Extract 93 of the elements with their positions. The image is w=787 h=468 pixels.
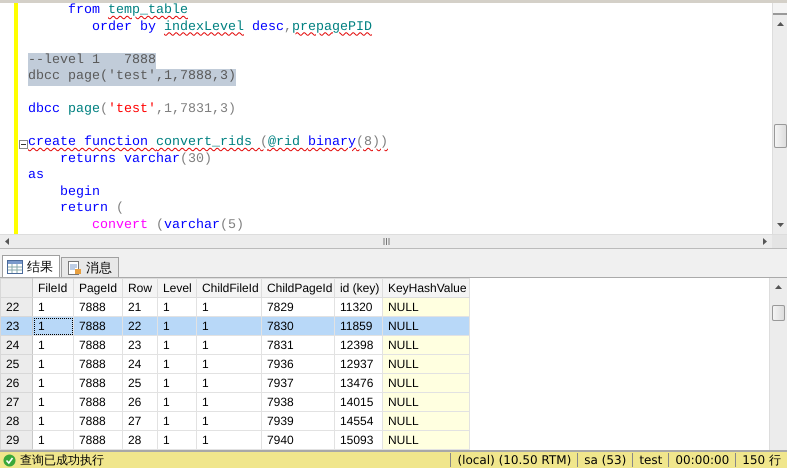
grip-icon[interactable]: [382, 238, 390, 245]
table-cell: 7888: [74, 316, 122, 336]
table-cell: 7830: [262, 316, 334, 336]
scrollbar-thumb[interactable]: [772, 305, 785, 321]
table-cell: 1: [196, 336, 262, 354]
scroll-right-icon[interactable]: [761, 238, 768, 245]
table-cell: 7888: [74, 354, 122, 374]
column-header[interactable]: ChildFileId: [196, 278, 262, 298]
table-cell: 1: [196, 354, 262, 374]
scroll-left-icon[interactable]: [4, 238, 11, 245]
scroll-up-icon[interactable]: [776, 21, 784, 28]
column-header[interactable]: FileId: [32, 278, 74, 298]
table-cell: 7831: [262, 336, 334, 354]
code-line: begin: [58, 184, 100, 201]
table-cell: 1: [158, 412, 196, 430]
table-cell: 1: [158, 354, 196, 374]
scrollbar-thumb[interactable]: [774, 124, 786, 148]
row-number[interactable]: 26: [0, 374, 32, 392]
table-cell: NULL: [382, 298, 470, 316]
status-item: 150 行: [735, 453, 787, 467]
status-message: 查询已成功执行: [20, 452, 104, 468]
vertical-scrollbar[interactable]: [769, 278, 787, 450]
grid-icon: [7, 260, 23, 274]
collapse-icon[interactable]: [18, 140, 28, 149]
table-cell: 24: [122, 354, 158, 374]
results-tab[interactable]: 结果: [2, 255, 60, 277]
table-cell: 7888: [74, 392, 122, 412]
table-cell: NULL: [382, 354, 470, 374]
table-cell: 25: [122, 374, 158, 392]
table-cell: 1: [196, 412, 262, 430]
table-cell: 1: [158, 336, 196, 354]
table-cell: NULL: [382, 430, 470, 450]
row-number[interactable]: 27: [0, 392, 32, 412]
table-cell: 1: [32, 336, 74, 354]
table-cell: 1: [158, 374, 196, 392]
table-cell: 7937: [262, 374, 334, 392]
table-cell: 1: [196, 374, 262, 392]
column-header[interactable]: Level: [158, 278, 196, 298]
code-line: dbcc page('test',1,7831,3): [28, 102, 236, 118]
table-cell: 11859: [334, 316, 382, 336]
table-cell: 1: [32, 392, 74, 412]
table-cell: 1: [32, 374, 74, 392]
code-line: create function convert_rids (@rid binary(8)): [28, 135, 388, 152]
table-cell: 7939: [262, 412, 334, 430]
code-line: order by indexLevel desc,prepagePID: [90, 20, 372, 36]
table-cell: 1: [196, 316, 262, 336]
table-cell: 27: [122, 412, 158, 430]
table-cell: 1: [32, 354, 74, 374]
row-number[interactable]: 25: [0, 354, 32, 374]
table-cell: 1: [32, 316, 74, 336]
status-item: test: [632, 453, 668, 467]
split-handle[interactable]: [772, 3, 787, 15]
table-cell: 7888: [74, 412, 122, 430]
code-line: returns varchar(30): [58, 152, 212, 168]
table-cell: NULL: [382, 316, 470, 336]
vertical-scrollbar[interactable]: [772, 3, 787, 234]
row-number[interactable]: 28: [0, 412, 32, 430]
table-cell: 23: [122, 336, 158, 354]
status-item: 00:00:00: [668, 453, 736, 467]
row-number[interactable]: 24: [0, 336, 32, 354]
column-header[interactable]: ChildPageId: [262, 278, 334, 298]
code-line: convert (varchar(5): [90, 218, 244, 234]
table-cell: 1: [158, 392, 196, 412]
column-header[interactable]: KeyHashValue: [382, 278, 470, 298]
table-cell: NULL: [382, 336, 470, 354]
table-cell: 7936: [262, 354, 334, 374]
table-cell: 1: [32, 412, 74, 430]
column-header[interactable]: Row: [122, 278, 158, 298]
success-icon: [3, 454, 16, 466]
document-icon: [66, 260, 82, 274]
row-number[interactable]: 23: [0, 316, 32, 336]
results-tab[interactable]: 消息: [61, 257, 119, 277]
table-cell: 22: [122, 316, 158, 336]
table-cell: NULL: [382, 412, 470, 430]
table-cell: 1: [196, 392, 262, 412]
row-number[interactable]: 22: [0, 298, 32, 316]
table-cell: 7888: [74, 336, 122, 354]
table-cell: 26: [122, 392, 158, 412]
code-line: as: [28, 168, 44, 184]
table-cell: 1: [158, 316, 196, 336]
table-cell: NULL: [382, 374, 470, 392]
row-number[interactable]: 29: [0, 430, 32, 450]
table-cell: 7888: [74, 374, 122, 392]
scroll-down-icon[interactable]: [776, 221, 784, 228]
status-item: (local) (10.50 RTM): [450, 453, 578, 467]
column-header[interactable]: PageId: [74, 278, 122, 298]
column-header[interactable]: id (key): [334, 278, 382, 298]
status-item: sa (53): [577, 453, 632, 467]
code-line: return (: [58, 201, 124, 218]
scroll-up-icon[interactable]: [775, 284, 782, 291]
code-line: from temp_table: [66, 3, 188, 20]
table-cell: NULL: [382, 392, 470, 412]
table-cell: 7938: [262, 392, 334, 412]
